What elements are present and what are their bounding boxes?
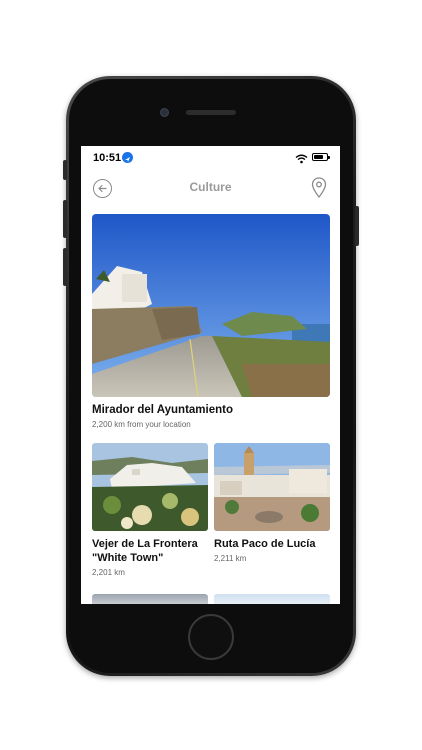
place-card-photo-partial[interactable]: [214, 594, 330, 604]
volume-down-button: [63, 248, 67, 286]
location-arrow-icon: [122, 152, 133, 163]
wifi-icon: [295, 151, 308, 169]
place-card[interactable]: Ruta Paco de Lucía 2,211 km: [214, 443, 330, 563]
place-card-photo-partial[interactable]: [92, 594, 208, 604]
place-card-distance: 2,211 km: [214, 554, 247, 563]
featured-place-photo[interactable]: [92, 214, 330, 397]
home-button[interactable]: [188, 614, 234, 660]
earpiece-speaker: [186, 110, 236, 115]
status-bar: 10:51: [81, 146, 340, 170]
place-card-title[interactable]: Vejer de La Frontera "White Town": [92, 537, 208, 565]
navigation-bar: Culture: [81, 172, 340, 204]
front-camera: [160, 108, 169, 117]
place-card-distance: 2,201 km: [92, 568, 125, 577]
place-card-photo[interactable]: [92, 443, 208, 531]
volume-up-button: [63, 200, 67, 238]
app-screen: 10:51 Culture Mirador del Ayuntamiento 2…: [81, 146, 340, 604]
place-card-photo[interactable]: [214, 443, 330, 531]
map-pin-icon[interactable]: [311, 177, 327, 204]
place-card[interactable]: Vejer de La Frontera "White Town" 2,201 …: [92, 443, 208, 577]
featured-place-distance: 2,200 km from your location: [92, 420, 191, 429]
page-title: Culture: [189, 180, 232, 194]
place-card-title[interactable]: Ruta Paco de Lucía: [214, 537, 330, 551]
status-time: 10:51: [93, 152, 122, 164]
power-button: [355, 206, 359, 246]
battery-icon: [312, 153, 330, 161]
featured-place-title[interactable]: Mirador del Ayuntamiento: [92, 404, 233, 416]
mute-switch: [63, 160, 67, 180]
